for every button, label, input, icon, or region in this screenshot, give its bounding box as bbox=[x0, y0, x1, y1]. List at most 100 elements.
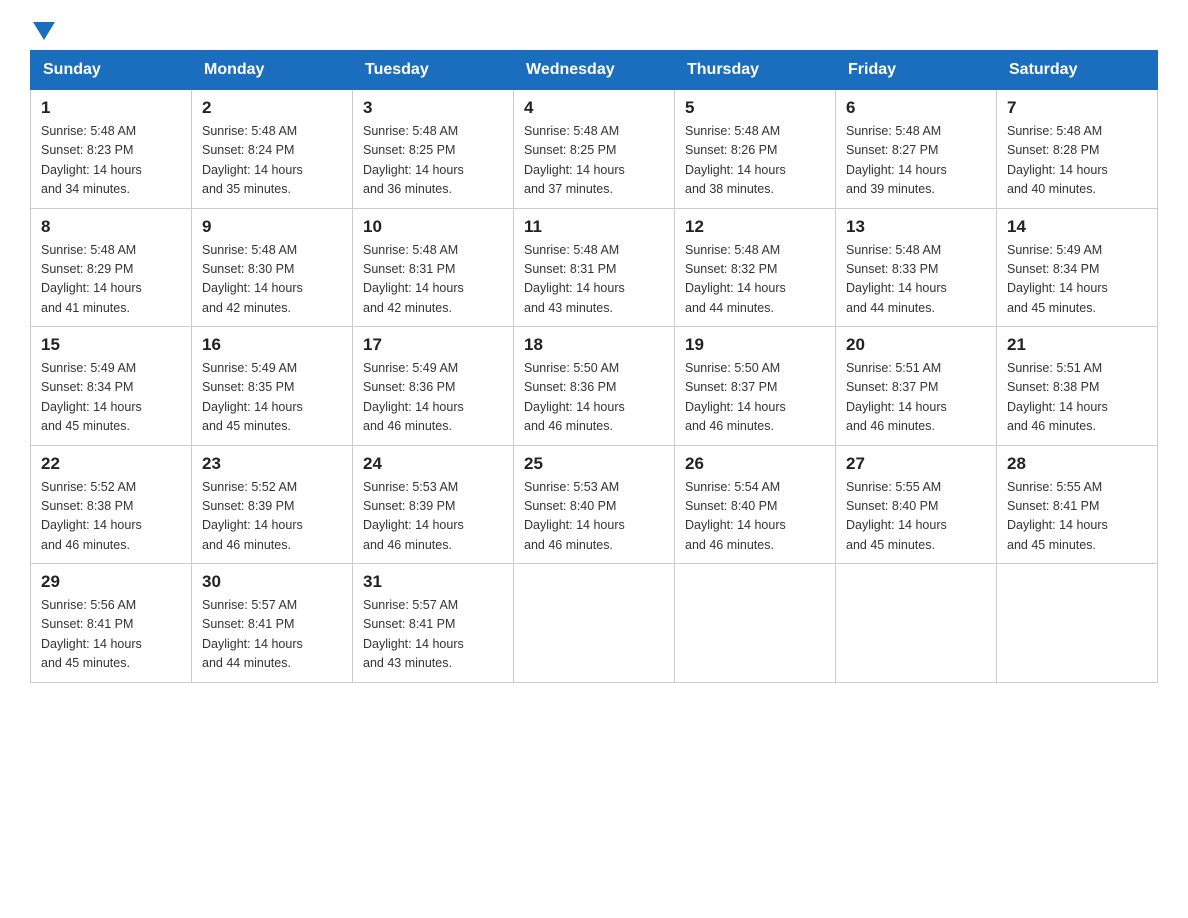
calendar-week-row: 22 Sunrise: 5:52 AM Sunset: 8:38 PM Dayl… bbox=[31, 445, 1158, 564]
day-number: 11 bbox=[524, 217, 664, 237]
calendar-cell: 29 Sunrise: 5:56 AM Sunset: 8:41 PM Dayl… bbox=[31, 564, 192, 683]
calendar-week-row: 8 Sunrise: 5:48 AM Sunset: 8:29 PM Dayli… bbox=[31, 208, 1158, 327]
weekday-header-sunday: Sunday bbox=[31, 51, 192, 90]
day-number: 26 bbox=[685, 454, 825, 474]
calendar-cell: 10 Sunrise: 5:48 AM Sunset: 8:31 PM Dayl… bbox=[353, 208, 514, 327]
day-info: Sunrise: 5:50 AM Sunset: 8:36 PM Dayligh… bbox=[524, 359, 664, 437]
day-info: Sunrise: 5:48 AM Sunset: 8:26 PM Dayligh… bbox=[685, 122, 825, 200]
page-header bbox=[30, 20, 1158, 40]
calendar-cell bbox=[997, 564, 1158, 683]
day-number: 17 bbox=[363, 335, 503, 355]
calendar-week-row: 15 Sunrise: 5:49 AM Sunset: 8:34 PM Dayl… bbox=[31, 327, 1158, 446]
day-info: Sunrise: 5:48 AM Sunset: 8:32 PM Dayligh… bbox=[685, 241, 825, 319]
calendar-cell: 13 Sunrise: 5:48 AM Sunset: 8:33 PM Dayl… bbox=[836, 208, 997, 327]
calendar-week-row: 29 Sunrise: 5:56 AM Sunset: 8:41 PM Dayl… bbox=[31, 564, 1158, 683]
day-number: 6 bbox=[846, 98, 986, 118]
day-info: Sunrise: 5:48 AM Sunset: 8:31 PM Dayligh… bbox=[363, 241, 503, 319]
day-number: 12 bbox=[685, 217, 825, 237]
day-number: 1 bbox=[41, 98, 181, 118]
weekday-header-thursday: Thursday bbox=[675, 51, 836, 90]
day-number: 22 bbox=[41, 454, 181, 474]
calendar-cell: 28 Sunrise: 5:55 AM Sunset: 8:41 PM Dayl… bbox=[997, 445, 1158, 564]
calendar-cell: 1 Sunrise: 5:48 AM Sunset: 8:23 PM Dayli… bbox=[31, 90, 192, 209]
day-info: Sunrise: 5:57 AM Sunset: 8:41 PM Dayligh… bbox=[363, 596, 503, 674]
calendar-cell: 27 Sunrise: 5:55 AM Sunset: 8:40 PM Dayl… bbox=[836, 445, 997, 564]
calendar-cell: 11 Sunrise: 5:48 AM Sunset: 8:31 PM Dayl… bbox=[514, 208, 675, 327]
weekday-header-row: SundayMondayTuesdayWednesdayThursdayFrid… bbox=[31, 51, 1158, 90]
day-number: 28 bbox=[1007, 454, 1147, 474]
day-info: Sunrise: 5:56 AM Sunset: 8:41 PM Dayligh… bbox=[41, 596, 181, 674]
calendar-cell: 5 Sunrise: 5:48 AM Sunset: 8:26 PM Dayli… bbox=[675, 90, 836, 209]
day-number: 13 bbox=[846, 217, 986, 237]
weekday-header-tuesday: Tuesday bbox=[353, 51, 514, 90]
calendar-cell: 26 Sunrise: 5:54 AM Sunset: 8:40 PM Dayl… bbox=[675, 445, 836, 564]
day-number: 7 bbox=[1007, 98, 1147, 118]
calendar-cell: 24 Sunrise: 5:53 AM Sunset: 8:39 PM Dayl… bbox=[353, 445, 514, 564]
day-number: 10 bbox=[363, 217, 503, 237]
day-number: 14 bbox=[1007, 217, 1147, 237]
calendar-cell bbox=[514, 564, 675, 683]
day-number: 31 bbox=[363, 572, 503, 592]
calendar-cell: 9 Sunrise: 5:48 AM Sunset: 8:30 PM Dayli… bbox=[192, 208, 353, 327]
calendar-cell: 19 Sunrise: 5:50 AM Sunset: 8:37 PM Dayl… bbox=[675, 327, 836, 446]
calendar-cell: 23 Sunrise: 5:52 AM Sunset: 8:39 PM Dayl… bbox=[192, 445, 353, 564]
day-number: 5 bbox=[685, 98, 825, 118]
weekday-header-friday: Friday bbox=[836, 51, 997, 90]
calendar-cell: 30 Sunrise: 5:57 AM Sunset: 8:41 PM Dayl… bbox=[192, 564, 353, 683]
weekday-header-monday: Monday bbox=[192, 51, 353, 90]
calendar-cell: 2 Sunrise: 5:48 AM Sunset: 8:24 PM Dayli… bbox=[192, 90, 353, 209]
calendar-cell: 15 Sunrise: 5:49 AM Sunset: 8:34 PM Dayl… bbox=[31, 327, 192, 446]
calendar-cell: 6 Sunrise: 5:48 AM Sunset: 8:27 PM Dayli… bbox=[836, 90, 997, 209]
day-number: 19 bbox=[685, 335, 825, 355]
day-number: 23 bbox=[202, 454, 342, 474]
weekday-header-wednesday: Wednesday bbox=[514, 51, 675, 90]
day-info: Sunrise: 5:49 AM Sunset: 8:34 PM Dayligh… bbox=[1007, 241, 1147, 319]
day-number: 20 bbox=[846, 335, 986, 355]
day-number: 18 bbox=[524, 335, 664, 355]
day-number: 29 bbox=[41, 572, 181, 592]
day-info: Sunrise: 5:50 AM Sunset: 8:37 PM Dayligh… bbox=[685, 359, 825, 437]
day-info: Sunrise: 5:48 AM Sunset: 8:27 PM Dayligh… bbox=[846, 122, 986, 200]
day-info: Sunrise: 5:48 AM Sunset: 8:24 PM Dayligh… bbox=[202, 122, 342, 200]
calendar-cell: 21 Sunrise: 5:51 AM Sunset: 8:38 PM Dayl… bbox=[997, 327, 1158, 446]
calendar-cell: 25 Sunrise: 5:53 AM Sunset: 8:40 PM Dayl… bbox=[514, 445, 675, 564]
calendar-cell: 7 Sunrise: 5:48 AM Sunset: 8:28 PM Dayli… bbox=[997, 90, 1158, 209]
day-number: 27 bbox=[846, 454, 986, 474]
weekday-header-saturday: Saturday bbox=[997, 51, 1158, 90]
calendar-cell: 31 Sunrise: 5:57 AM Sunset: 8:41 PM Dayl… bbox=[353, 564, 514, 683]
calendar-cell: 16 Sunrise: 5:49 AM Sunset: 8:35 PM Dayl… bbox=[192, 327, 353, 446]
calendar-cell bbox=[675, 564, 836, 683]
calendar-week-row: 1 Sunrise: 5:48 AM Sunset: 8:23 PM Dayli… bbox=[31, 90, 1158, 209]
calendar-cell: 14 Sunrise: 5:49 AM Sunset: 8:34 PM Dayl… bbox=[997, 208, 1158, 327]
logo bbox=[30, 20, 55, 40]
day-number: 24 bbox=[363, 454, 503, 474]
day-info: Sunrise: 5:52 AM Sunset: 8:39 PM Dayligh… bbox=[202, 478, 342, 556]
day-number: 8 bbox=[41, 217, 181, 237]
day-number: 9 bbox=[202, 217, 342, 237]
day-number: 21 bbox=[1007, 335, 1147, 355]
day-info: Sunrise: 5:57 AM Sunset: 8:41 PM Dayligh… bbox=[202, 596, 342, 674]
day-info: Sunrise: 5:48 AM Sunset: 8:29 PM Dayligh… bbox=[41, 241, 181, 319]
day-number: 30 bbox=[202, 572, 342, 592]
calendar-cell: 12 Sunrise: 5:48 AM Sunset: 8:32 PM Dayl… bbox=[675, 208, 836, 327]
day-info: Sunrise: 5:48 AM Sunset: 8:25 PM Dayligh… bbox=[524, 122, 664, 200]
day-info: Sunrise: 5:48 AM Sunset: 8:33 PM Dayligh… bbox=[846, 241, 986, 319]
day-number: 2 bbox=[202, 98, 342, 118]
day-info: Sunrise: 5:53 AM Sunset: 8:39 PM Dayligh… bbox=[363, 478, 503, 556]
day-info: Sunrise: 5:51 AM Sunset: 8:38 PM Dayligh… bbox=[1007, 359, 1147, 437]
day-number: 4 bbox=[524, 98, 664, 118]
day-info: Sunrise: 5:51 AM Sunset: 8:37 PM Dayligh… bbox=[846, 359, 986, 437]
day-info: Sunrise: 5:55 AM Sunset: 8:41 PM Dayligh… bbox=[1007, 478, 1147, 556]
day-info: Sunrise: 5:49 AM Sunset: 8:35 PM Dayligh… bbox=[202, 359, 342, 437]
day-number: 15 bbox=[41, 335, 181, 355]
day-number: 3 bbox=[363, 98, 503, 118]
logo-triangle-icon bbox=[33, 22, 55, 40]
day-number: 25 bbox=[524, 454, 664, 474]
day-info: Sunrise: 5:49 AM Sunset: 8:34 PM Dayligh… bbox=[41, 359, 181, 437]
day-info: Sunrise: 5:52 AM Sunset: 8:38 PM Dayligh… bbox=[41, 478, 181, 556]
day-info: Sunrise: 5:53 AM Sunset: 8:40 PM Dayligh… bbox=[524, 478, 664, 556]
calendar-cell bbox=[836, 564, 997, 683]
calendar-cell: 17 Sunrise: 5:49 AM Sunset: 8:36 PM Dayl… bbox=[353, 327, 514, 446]
calendar-cell: 20 Sunrise: 5:51 AM Sunset: 8:37 PM Dayl… bbox=[836, 327, 997, 446]
calendar-cell: 22 Sunrise: 5:52 AM Sunset: 8:38 PM Dayl… bbox=[31, 445, 192, 564]
